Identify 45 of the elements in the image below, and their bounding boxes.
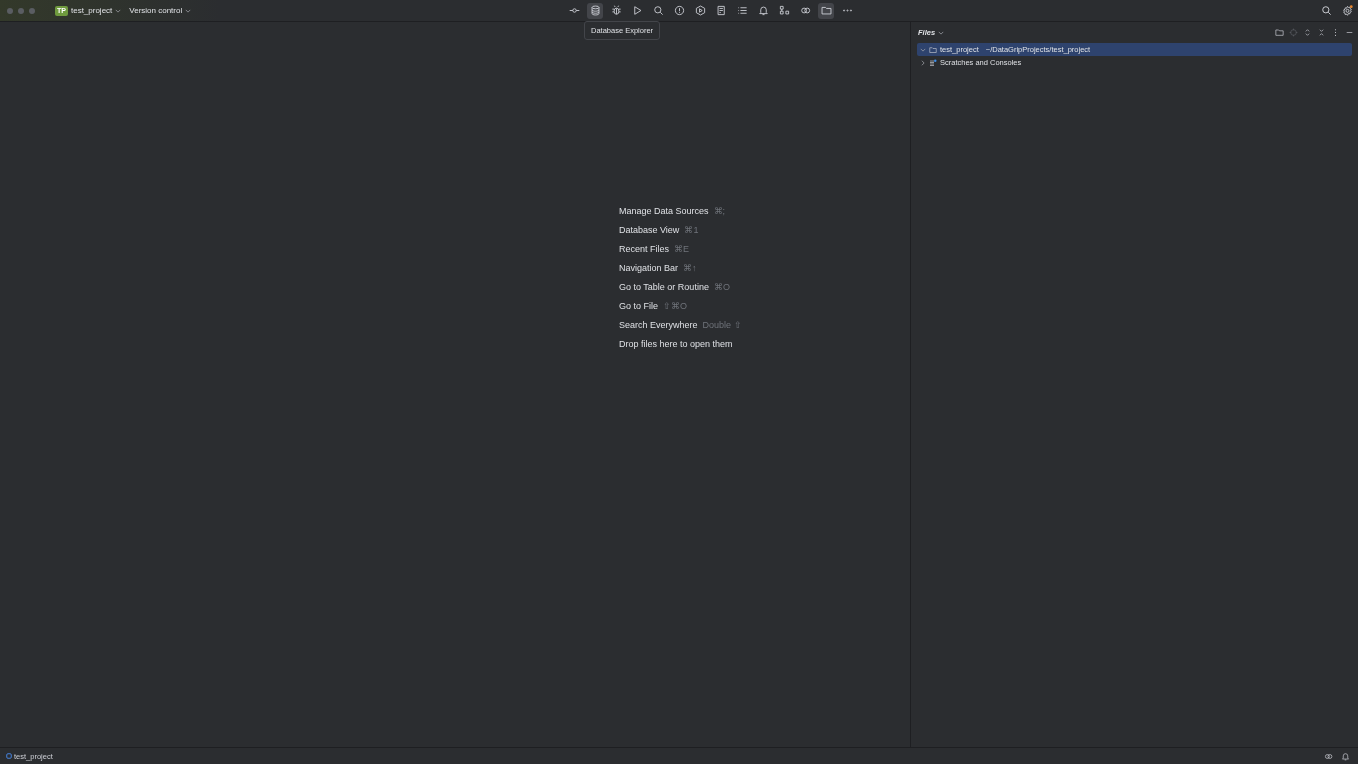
folder-icon: [820, 5, 832, 16]
hint-label: Recent Files: [619, 243, 670, 254]
search-icon[interactable]: [1321, 5, 1332, 16]
shortcut-hint: ⇧⌘O: [663, 300, 688, 311]
services-icon: [694, 5, 706, 16]
problems-icon: [673, 5, 685, 16]
toolbar-button[interactable]: [818, 2, 835, 19]
project-name: test_project: [70, 6, 113, 15]
shortcut-hint: Double ⇧: [702, 319, 742, 330]
bell-icon: [757, 5, 769, 16]
chevron-down-icon[interactable]: [920, 46, 926, 53]
version-control-menu[interactable]: Version control: [129, 6, 192, 15]
queries-icon: [715, 5, 727, 16]
shortcut-hint: ⌘;: [713, 205, 726, 216]
database-icon: [589, 5, 601, 16]
shortcut-hint: ⌘O: [713, 281, 730, 292]
bell-icon[interactable]: [1341, 751, 1350, 761]
hint-label: Navigation Bar: [619, 262, 679, 273]
hint-label: Go to Table or Routine: [619, 281, 709, 292]
shortcut-hint: ⌘↑: [683, 262, 697, 273]
structure-icon: [778, 5, 790, 16]
shortcut-hint: ⌘1: [684, 224, 699, 235]
hint-label: Drop files here to open them: [619, 338, 733, 349]
folder-icon[interactable]: [1275, 28, 1284, 37]
project-icon: [6, 753, 12, 759]
hint-label: Database View: [619, 224, 680, 235]
list-icon: [736, 5, 748, 16]
collapse-all-icon[interactable]: [1317, 28, 1326, 37]
chevron-right-icon[interactable]: [920, 59, 926, 66]
hint-label: Manage Data Sources: [619, 205, 709, 216]
hint-label: Search Everywhere: [619, 319, 698, 330]
chevron-down-icon: [115, 7, 122, 14]
toolbar-button[interactable]: [587, 2, 604, 19]
settings-icon[interactable]: [1342, 5, 1353, 16]
chevron-down-icon: [185, 7, 192, 14]
hint-label: Go to File: [619, 300, 658, 311]
bug-icon: [610, 5, 622, 16]
scratches-icon: [929, 58, 937, 67]
run-icon: [631, 5, 643, 16]
shortcut-hint: ⌘E: [674, 243, 690, 254]
folder-icon: [929, 45, 937, 54]
search-icon: [652, 5, 664, 16]
chevron-down-icon: [938, 29, 945, 36]
commit-icon: [568, 5, 580, 16]
expand-all-icon[interactable]: [1303, 28, 1312, 37]
